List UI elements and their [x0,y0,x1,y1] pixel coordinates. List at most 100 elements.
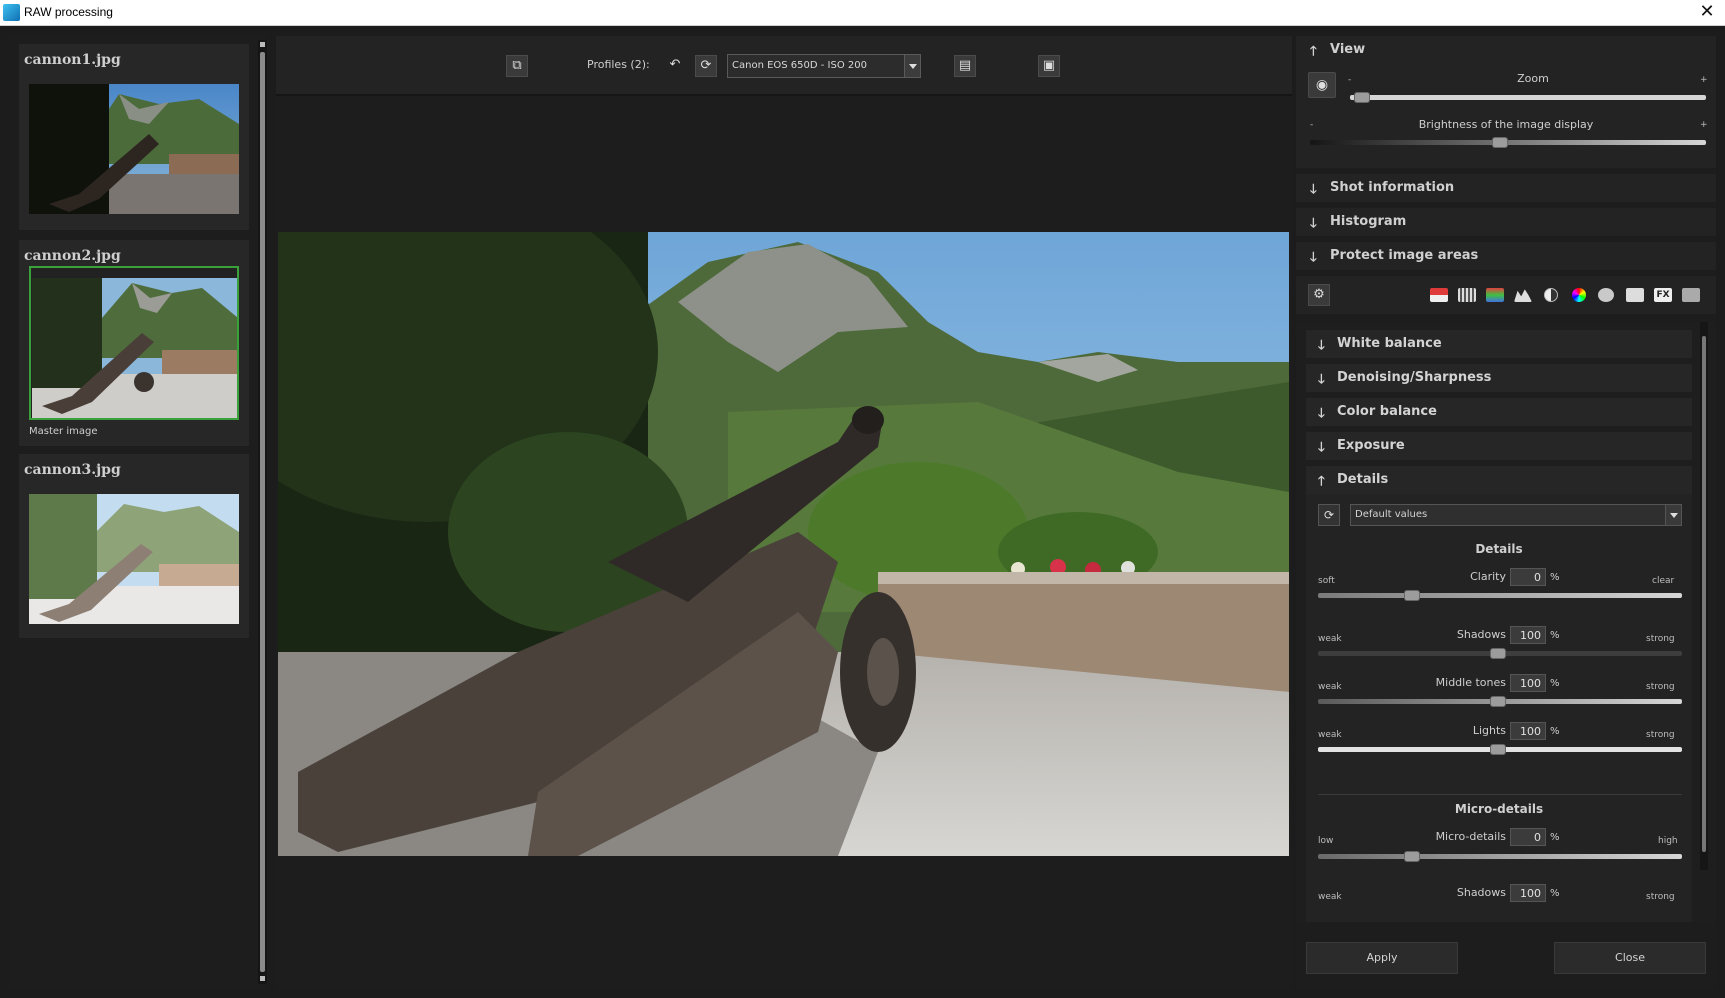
preset-select-value: Default values [1355,509,1428,520]
micro-details-slider-knob[interactable] [1404,851,1420,862]
micro-shadows-label: Shadows [1456,886,1506,899]
close-button[interactable]: Close [1554,942,1706,974]
reset-profile-icon[interactable]: ⟳ [695,55,717,77]
middle-tones-value-input[interactable]: 100 [1510,674,1546,692]
zoom-slider[interactable] [1350,95,1706,100]
thumbnail-image-selected [29,266,239,420]
profiles-label: Profiles (2): [587,58,650,71]
middle-tones-slider-knob[interactable] [1490,696,1506,707]
filmstrip-scrollbar[interactable] [258,40,267,984]
preview-toolbar: ⧉ Profiles (2): ↶ ⟳ Canon EOS 650D - ISO… [276,36,1292,96]
brightness-slider[interactable] [1310,140,1706,145]
filmstrip-item-name: cannon3.jpg [24,462,121,478]
compare-view-icon[interactable]: ⧉ [506,55,528,77]
thumbnail-image [29,84,239,214]
zoom-plus-label: + [1700,75,1708,85]
denoising-sharpness-header[interactable]: 🡓 Denoising/Sharpness [1306,364,1692,392]
brightness-slider-knob[interactable] [1492,137,1508,148]
filmstrip-item-cannon3[interactable]: cannon3.jpg [19,454,249,638]
window-close-button[interactable]: ✕ [1689,0,1725,26]
arrow-down-icon: 🡓 [1318,406,1325,421]
lights-slider-knob[interactable] [1490,744,1506,755]
clarity-label: Clarity [1470,570,1506,583]
clarity-slider-knob[interactable] [1404,590,1420,601]
raw-processing-window: RAW processing ✕ cannon1.jpg cannon2.jpg… [0,0,1725,998]
histogram-header[interactable]: 🡓 Histogram [1296,208,1716,236]
section-title: Histogram [1330,214,1407,229]
details-tool-icon[interactable] [1598,288,1614,302]
camera-tool-icon[interactable] [1626,288,1644,302]
arrow-up-icon: 🡑 [1318,474,1325,489]
lights-value-input[interactable]: 100 [1510,722,1546,740]
section-title: Shot information [1330,180,1455,195]
white-balance-header[interactable]: 🡓 White balance [1306,330,1692,358]
settings-scroll-area[interactable]: 🡓 White balance 🡓 Denoising/Sharpness 🡓 … [1296,322,1716,922]
white-balance-tool-icon[interactable] [1430,288,1448,302]
exposure-tool-icon[interactable] [1514,289,1532,302]
lights-high-label: strong [1646,730,1675,740]
batch-tool-icon[interactable] [1682,288,1700,302]
arrow-down-icon: 🡓 [1318,372,1325,387]
reset-icon[interactable]: ⟳ [1318,504,1340,526]
filmstrip-panel: cannon1.jpg cannon2.jpg Master image can… [10,36,268,988]
contrast-tool-icon[interactable] [1544,288,1558,302]
clarity-slider[interactable] [1318,593,1682,598]
filmstrip-item-cannon2[interactable]: cannon2.jpg Master image [19,240,249,446]
settings-panel: 🡑 View ◉ - Zoom + - Brightness of the im… [1296,36,1716,988]
shadows-slider-knob[interactable] [1490,648,1506,659]
filmstrip-item-name: cannon2.jpg [24,248,121,264]
save-profile-icon[interactable]: ▤ [954,55,976,77]
color-tool-icon[interactable] [1572,288,1586,302]
thumbnail-image [29,494,239,624]
color-balance-header[interactable]: 🡓 Color balance [1306,398,1692,426]
view-section: 🡑 View ◉ - Zoom + - Brightness of the im… [1296,36,1716,168]
micro-shadows-value-input[interactable]: 100 [1510,884,1546,902]
zoom-slider-knob[interactable] [1354,92,1370,103]
arrow-down-icon: 🡓 [1310,250,1317,265]
settings-scrollbar[interactable] [1700,322,1708,870]
sharpness-tool-icon[interactable] [1458,288,1476,302]
exposure-header[interactable]: 🡓 Exposure [1306,432,1692,460]
clarity-high-label: clear [1652,576,1675,586]
gear-icon[interactable]: ⚙ [1308,284,1330,306]
shadows-value-input[interactable]: 100 [1510,626,1546,644]
view-section-header[interactable]: 🡑 View [1296,36,1716,64]
scroll-thumb[interactable] [1702,336,1706,852]
brightness-plus-label: + [1700,120,1708,130]
chevron-down-icon[interactable] [904,55,920,77]
section-title: Exposure [1337,438,1405,453]
preview-image[interactable] [278,232,1289,856]
clarity-value-input[interactable]: 0 [1510,568,1546,586]
scroll-thumb[interactable] [260,52,265,972]
lights-label: Lights [1472,724,1506,737]
middle-tones-unit: % [1550,678,1560,689]
fx-tool-icon[interactable]: FX [1654,288,1672,302]
scroll-down-arrow[interactable] [260,976,265,981]
snapshot-icon[interactable]: ▣ [1038,55,1060,77]
brightness-minus-label: - [1310,120,1314,130]
shadows-label: Shadows [1456,628,1506,641]
micro-details-value-input[interactable]: 0 [1510,828,1546,846]
filmstrip-item-cannon1[interactable]: cannon1.jpg [19,44,249,230]
eye-icon[interactable]: ◉ [1308,72,1336,98]
section-title: White balance [1337,336,1442,351]
micro-details-label: Micro-details [1435,830,1506,843]
view-section-title: View [1330,42,1366,57]
details-header[interactable]: 🡑 Details [1306,466,1692,494]
shot-information-header[interactable]: 🡓 Shot information [1296,174,1716,202]
micro-details-high-label: high [1658,836,1678,846]
color-balance-tool-icon[interactable] [1486,288,1504,302]
chevron-down-icon[interactable] [1665,505,1681,525]
profile-select[interactable]: Canon EOS 650D - ISO 200 [727,54,921,78]
details-group-title: Details [1475,542,1523,556]
shadows-unit: % [1550,630,1560,641]
protect-image-areas-header[interactable]: 🡓 Protect image areas [1296,242,1716,270]
micro-shadows-high-label: strong [1646,892,1675,902]
master-image-label: Master image [29,426,98,437]
micro-details-slider[interactable] [1318,854,1682,859]
arrow-down-icon: 🡓 [1310,182,1317,197]
undo-icon[interactable]: ↶ [664,55,686,77]
scroll-up-arrow[interactable] [260,42,265,47]
apply-button[interactable]: Apply [1306,942,1458,974]
details-preset-select[interactable]: Default values [1350,504,1682,526]
